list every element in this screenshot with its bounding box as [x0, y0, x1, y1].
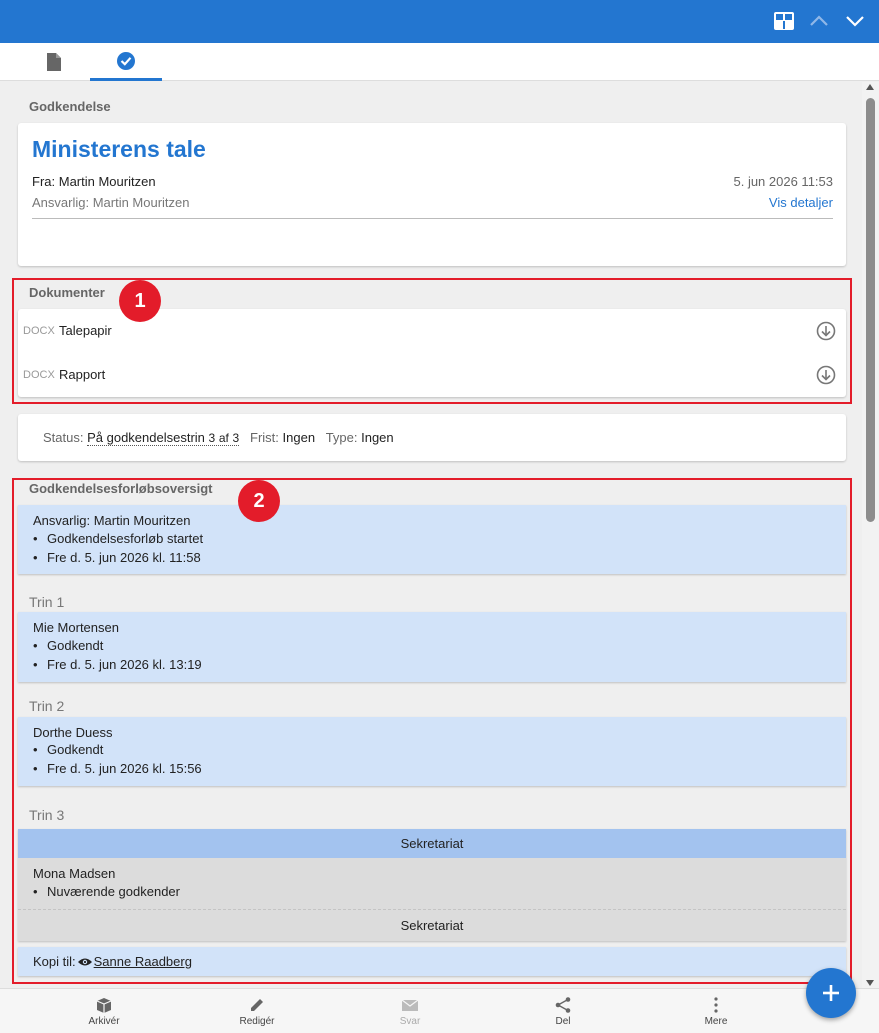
list-item: • Godkendelsesforløb startet — [33, 531, 204, 546]
start-responsible: Ansvarlig: Martin Mouritzen — [33, 513, 191, 528]
start-card: Ansvarlig: Martin Mouritzen • Godkendelse… — [18, 505, 846, 574]
status-line: Status: På godkendelsestrin 3 af 3 Frist… — [43, 430, 394, 446]
show-details-link[interactable]: Vis detaljer — [769, 195, 833, 210]
approval-status: Godkendt — [47, 638, 104, 653]
current-approver: Mona Madsen • Nuværende godkender — [18, 858, 846, 910]
scrollbar[interactable] — [862, 82, 879, 988]
approval-date: 5. jun 2026 11:53 — [733, 174, 833, 189]
download-icon[interactable] — [816, 321, 836, 341]
documents-card: DOCX Talepapir DOCX Rapport — [18, 309, 846, 397]
annotation-badge-2: 2 — [238, 480, 280, 522]
top-bar — [0, 0, 879, 43]
document-name[interactable]: Rapport — [59, 367, 105, 382]
approval-time: Fre d. 5. jun 2026 kl. 15:56 — [47, 761, 202, 776]
step-of: af — [218, 431, 229, 445]
approval-status: Godkendt — [47, 742, 104, 757]
list-item: • Fre d. 5. jun 2026 kl. 11:58 — [33, 550, 201, 565]
deadline-label: Frist: — [250, 430, 279, 445]
more-label: Mere — [704, 1016, 728, 1027]
step-1-card: Mie Mortensen • Godkendt • Fre d. 5. jun 2… — [18, 612, 846, 682]
annotation-badge-1: 1 — [119, 280, 161, 322]
share-label: Del — [555, 1016, 571, 1027]
more-button[interactable]: Mere — [676, 989, 756, 1033]
chevron-up-icon[interactable] — [807, 9, 831, 33]
scrollbar-thumb[interactable] — [866, 98, 875, 522]
list-item: • Godkendt — [33, 742, 104, 757]
approval-section-label: Godkendelse — [29, 99, 111, 114]
copy-line: Kopi til: Sanne Raadberg — [33, 954, 192, 969]
status-value-text: På godkendelsestrin — [87, 430, 205, 445]
add-fab-button[interactable] — [806, 968, 856, 1018]
layout-toggle-icon[interactable] — [772, 9, 796, 33]
edit-button[interactable]: Redigér — [217, 989, 297, 1033]
approval-status: Nuværende godkender — [47, 884, 180, 899]
file-type: DOCX — [23, 325, 55, 337]
start-time: Fre d. 5. jun 2026 kl. 11:58 — [47, 550, 201, 565]
content-area[interactable]: Godkendelse Ministerens tale Fra: Martin… — [0, 82, 862, 988]
reply-label: Svar — [399, 1016, 421, 1027]
tab-document[interactable] — [18, 43, 90, 81]
approver-name: Mie Mortensen — [33, 620, 119, 635]
responsible-line: Ansvarlig: Martin Mouritzen — [32, 195, 190, 210]
pencil-icon — [251, 999, 263, 1011]
checkmark-circle-icon — [117, 51, 135, 70]
group-footer: Sekretariat — [18, 910, 846, 941]
document-name[interactable]: Talepapir — [59, 323, 112, 338]
status-value[interactable]: På godkendelsestrin 3 af 3 — [87, 430, 240, 446]
copy-label: Kopi til: — [33, 954, 76, 969]
more-vertical-icon — [714, 997, 718, 1013]
start-event: Godkendelsesforløb startet — [47, 531, 204, 546]
step-total: 3 — [232, 431, 240, 445]
plus-icon — [823, 985, 839, 1001]
documents-section-label: Dokumenter — [29, 285, 105, 300]
list-item: • Fre d. 5. jun 2026 kl. 15:56 — [33, 761, 202, 776]
copy-card: Kopi til: Sanne Raadberg — [18, 947, 846, 976]
approval-title: Ministerens tale — [32, 136, 206, 162]
deadline-value: Ingen — [282, 430, 316, 445]
document-row[interactable]: DOCX Rapport — [18, 353, 846, 397]
archive-icon — [96, 998, 112, 1013]
list-item: • Godkendt — [33, 638, 104, 653]
approver-name: Mona Madsen — [33, 866, 116, 881]
tab-approval[interactable] — [90, 43, 162, 81]
step-3-card: Sekretariat Mona Madsen • Nuværende godke… — [18, 829, 846, 941]
status-card: Status: På godkendelsestrin 3 af 3 Frist… — [18, 414, 846, 461]
type-label: Type: — [325, 430, 358, 445]
share-icon — [555, 997, 571, 1013]
document-icon — [47, 53, 61, 71]
step-1-label: Trin 1 — [29, 594, 65, 610]
envelope-icon — [401, 999, 419, 1011]
archive-button[interactable]: Arkivér — [64, 989, 144, 1033]
from-label: Fra: — [32, 174, 56, 189]
edit-label: Redigér — [239, 1016, 275, 1027]
step-current: 3 — [208, 431, 216, 445]
list-item: • Nuværende godkender — [33, 884, 180, 899]
approval-card: Ministerens tale Fra: Martin Mouritzen 5… — [18, 123, 846, 266]
from-name: Martin Mouritzen — [58, 174, 156, 189]
download-icon[interactable] — [816, 365, 836, 385]
from-line: Fra: Martin Mouritzen — [32, 174, 156, 189]
type-value: Ingen — [361, 430, 394, 445]
status-label: Status: — [43, 430, 84, 445]
file-type: DOCX — [23, 369, 55, 381]
scroll-down-arrow[interactable] — [866, 980, 874, 986]
overview-section-label: Godkendelsesforløbsoversigt — [29, 481, 213, 496]
bottom-toolbar: Arkivér Redigér Svar Del Mere — [0, 988, 879, 1033]
divider — [32, 218, 833, 219]
list-item: • Fre d. 5. jun 2026 kl. 13:19 — [33, 657, 202, 672]
step-2-label: Trin 2 — [29, 698, 65, 714]
copy-recipient-link[interactable]: Sanne Raadberg — [94, 954, 192, 969]
approver-name: Dorthe Duess — [33, 725, 113, 740]
eye-icon — [77, 958, 92, 965]
reply-button[interactable]: Svar — [370, 989, 450, 1033]
tab-bar — [0, 43, 879, 81]
archive-label: Arkivér — [88, 1016, 120, 1027]
step-3-label: Trin 3 — [29, 807, 65, 823]
approval-time: Fre d. 5. jun 2026 kl. 13:19 — [47, 657, 202, 672]
scroll-up-arrow[interactable] — [866, 84, 874, 90]
group-header: Sekretariat — [18, 829, 846, 858]
step-2-card: Dorthe Duess • Godkendt • Fre d. 5. jun 20… — [18, 717, 846, 786]
chevron-down-icon[interactable] — [843, 9, 867, 33]
share-button[interactable]: Del — [523, 989, 603, 1033]
